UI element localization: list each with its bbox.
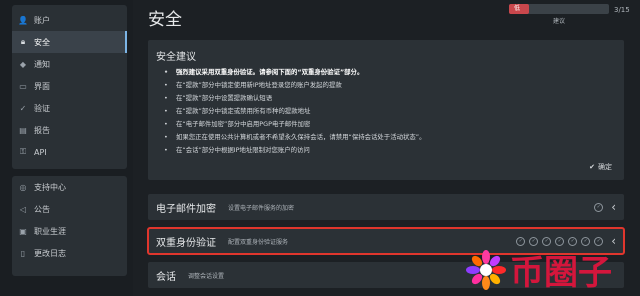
advice-item: 在“提款”部分中锁定或禁用所有币种的提款地址 [164, 105, 425, 118]
check-circle-icon: ✓ [568, 236, 578, 246]
security-level-meter: 低 建议 [509, 4, 609, 25]
section-status: ✓ ‹ [594, 200, 616, 214]
check-circle-icon: ✓ [581, 236, 591, 246]
sidebar-item-announcements[interactable]: ◁ 公告 [12, 198, 127, 220]
sidebar-item-label: 更改日志 [34, 248, 66, 258]
security-level-text: 低 [514, 5, 521, 12]
sidebar-item-verification[interactable]: ✓ 验证 [12, 97, 127, 119]
security-score-count: 3/15 [614, 6, 630, 14]
sidebar-item-interface[interactable]: ▭ 界面 [12, 75, 127, 97]
check-circle-icon: ✓ [555, 236, 565, 246]
check-circle-icon: ✓ [594, 202, 604, 212]
sidebar-item-label: 公告 [34, 204, 50, 214]
sidebar-item-changelog[interactable]: ▯ 更改日志 [12, 242, 127, 264]
advice-list: 强烈建议采用双重身份验证。请参阅下面的“双重身份验证”部分。 在“提款”部分中锁… [164, 66, 425, 157]
sidebar-main-menu: 👤 账户 🔒︎ 安全 ◆ 通知 ▭ 界面 ✓ 验证 ▤ 报告 ⚿ API [12, 5, 127, 169]
advice-title: 安全建议 [156, 52, 196, 63]
security-advice-panel: 安全建议 强烈建议采用双重身份验证。请参阅下面的“双重身份验证”部分。 在“提款… [148, 40, 624, 180]
sidebar-item-label: 报告 [34, 125, 50, 135]
section-email-encryption[interactable]: 电子邮件加密 设置电子邮件服务的加密 ✓ ‹ [148, 194, 624, 220]
advice-item: 在“提款”部分中设置提款确认短语 [164, 92, 425, 105]
briefcase-icon: ▣ [19, 226, 27, 236]
advice-item: 在“电子邮件加密”部分中启用PGP电子邮件加密 [164, 118, 425, 131]
section-title: 电子邮件加密 [156, 203, 216, 215]
advice-item: 强烈建议采用双重身份验证。请参阅下面的“双重身份验证”部分。 [164, 66, 425, 79]
confirm-button[interactable]: ✔ 确定 [589, 162, 612, 172]
watermark-text: 币圈子 [510, 253, 612, 293]
section-title: 双重身份验证 [156, 237, 216, 249]
watermark-logo: 币圈子 [466, 250, 612, 293]
user-icon: 👤 [18, 15, 28, 25]
monitor-icon: ▭ [19, 81, 27, 91]
check-circle-icon: ✓ [529, 236, 539, 246]
check-circle-icon: ✓ [594, 236, 604, 246]
lock-icon: 🔒︎ [20, 37, 26, 46]
sidebar-item-label: 安全 [34, 37, 50, 47]
support-icon: ◎ [19, 182, 27, 192]
sidebar-item-account[interactable]: 👤 账户 [12, 9, 127, 31]
sidebar-item-label: 验证 [34, 103, 50, 113]
section-desc: 调整会话设置 [188, 272, 225, 280]
page-title: 安全 [148, 10, 182, 30]
sidebar-item-reports[interactable]: ▤ 报告 [12, 119, 127, 141]
chart-icon: ▤ [19, 125, 27, 135]
check-circle-icon: ✓ [542, 236, 552, 246]
document-icon: ▯ [20, 248, 26, 258]
sidebar-item-label: 通知 [34, 59, 50, 69]
bell-icon: ◆ [19, 59, 27, 69]
section-title: 会话 [156, 271, 176, 283]
megaphone-icon: ◁ [19, 204, 27, 214]
sidebar-item-label: API [34, 147, 47, 157]
verify-icon: ✓ [19, 103, 27, 113]
sidebar-item-label: 界面 [34, 81, 50, 91]
section-desc: 设置电子邮件服务的加密 [228, 204, 295, 212]
advice-item: 如果您正在使用公共计算机或者不希望永久保持会话，请禁用“保持会话处于活动状态”。 [164, 131, 425, 144]
sidebar-item-careers[interactable]: ▣ 职业生涯 [12, 220, 127, 242]
security-progress-track: 低 [509, 4, 609, 14]
advice-item: 在“提款”部分中锁定使用新IP地址登录您的账户发起的提款 [164, 79, 425, 92]
checkmark-icon: ✔ [589, 163, 595, 171]
sidebar-item-notifications[interactable]: ◆ 通知 [12, 53, 127, 75]
sidebar-support-menu: ◎ 支持中心 ◁ 公告 ▣ 职业生涯 ▯ 更改日志 [12, 176, 127, 276]
sidebar-item-api[interactable]: ⚿ API [12, 141, 127, 163]
sidebar-item-support[interactable]: ◎ 支持中心 [12, 176, 127, 198]
advice-item: 在“会话”部分中根据IP地址限制对您账户的访问 [164, 144, 425, 157]
flower-logo-icon [466, 250, 506, 290]
chevron-left-icon[interactable]: ‹ [611, 200, 616, 214]
sidebar-item-label: 职业生涯 [34, 226, 66, 236]
confirm-label: 确定 [598, 163, 612, 171]
security-level-label: 建议 [552, 18, 565, 25]
sidebar-item-label: 支持中心 [34, 182, 66, 192]
sidebar-item-label: 账户 [34, 15, 50, 25]
sidebar: 👤 账户 🔒︎ 安全 ◆ 通知 ▭ 界面 ✓ 验证 ▤ 报告 ⚿ API ◎ 支… [0, 0, 133, 296]
key-icon: ⚿ [19, 147, 27, 156]
sidebar-item-security[interactable]: 🔒︎ 安全 [12, 31, 127, 53]
check-circle-icon: ✓ [516, 236, 526, 246]
section-desc: 配置双重身份验证服务 [228, 238, 289, 246]
